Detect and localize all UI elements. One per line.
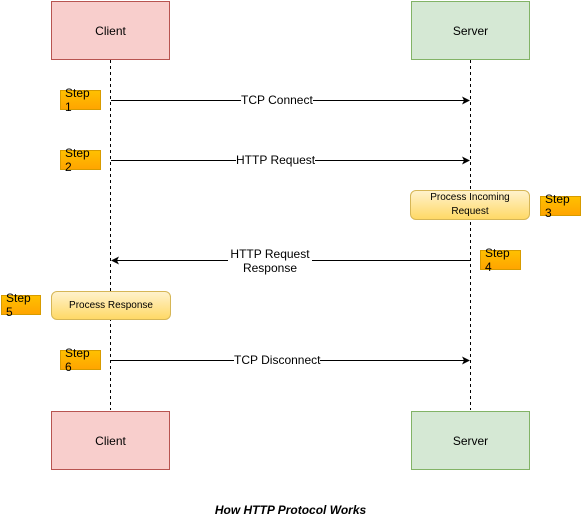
step-1-badge: Step 1 bbox=[60, 86, 101, 114]
step-2-badge: Step 2 bbox=[60, 146, 101, 174]
step-3-badge: Step 3 bbox=[540, 192, 581, 220]
server-actor-top[interactable]: Server bbox=[411, 1, 530, 60]
process-label: Process Response bbox=[69, 299, 153, 311]
tcp-disconnect-label: TCP Disconnect bbox=[234, 353, 321, 367]
http-request-label: HTTP Request bbox=[236, 153, 316, 167]
client-label: Client bbox=[95, 433, 126, 448]
tcp-connect-label: TCP Connect bbox=[241, 93, 313, 107]
server-label: Server bbox=[452, 433, 489, 448]
process-label: Process Incoming Request bbox=[430, 192, 510, 217]
step-4-badge: Step 4 bbox=[480, 246, 521, 274]
http-response-label: HTTP Request Response bbox=[228, 247, 312, 275]
process-incoming-request[interactable]: Process Incoming Request bbox=[410, 190, 530, 220]
server-actor-bottom[interactable]: Server bbox=[411, 411, 530, 470]
client-actor-bottom[interactable]: Client bbox=[51, 411, 170, 470]
client-actor-top[interactable]: Client bbox=[51, 1, 170, 60]
server-label: Server bbox=[452, 23, 489, 38]
diagram-caption: How HTTP Protocol Works bbox=[214, 503, 367, 517]
client-label: Client bbox=[95, 23, 126, 38]
step-6-badge: Step 6 bbox=[60, 346, 101, 374]
step-5-badge: Step 5 bbox=[1, 291, 41, 319]
process-response[interactable]: Process Response bbox=[51, 291, 171, 320]
